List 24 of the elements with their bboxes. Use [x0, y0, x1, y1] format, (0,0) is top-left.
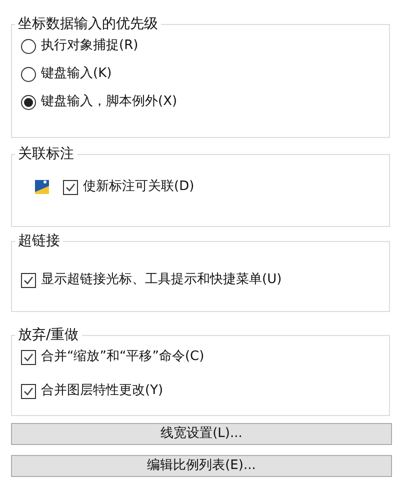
option-label: 显示超链接光标、工具提示和快捷菜单(U) — [41, 271, 282, 290]
radio-button[interactable] — [21, 94, 36, 110]
option-label: 键盘输入(K) — [41, 65, 112, 84]
group-title: 放弃/重做 — [17, 327, 80, 343]
option-label: 合并“缩放”和“平移”命令(C) — [41, 348, 204, 366]
checkmark-icon — [23, 352, 34, 362]
option-label: 使新标注可关联(D) — [83, 178, 194, 196]
group-title: 关联标注 — [17, 146, 75, 162]
checkbox[interactable] — [21, 384, 36, 398]
radio-button[interactable] — [21, 38, 36, 54]
checkbox[interactable] — [63, 180, 78, 194]
checkmark-icon — [23, 386, 34, 396]
option-label: 键盘输入，脚本例外(X) — [41, 93, 178, 112]
group-title: 坐标数据输入的优先级 — [17, 16, 159, 32]
checkbox[interactable] — [21, 272, 36, 288]
option-label: 合并图层特性更改(Y) — [41, 382, 164, 400]
checkmark-icon — [65, 182, 76, 192]
group-title: 超链接 — [17, 233, 61, 249]
option-label: 执行对象捕捉(R) — [41, 37, 138, 56]
action-button[interactable]: 线宽设置(L)... — [11, 423, 392, 445]
radio-button[interactable] — [21, 66, 36, 82]
checkmark-icon — [23, 274, 34, 286]
checkbox[interactable] — [21, 350, 36, 364]
action-button[interactable]: 编辑比例列表(E)... — [11, 455, 392, 477]
